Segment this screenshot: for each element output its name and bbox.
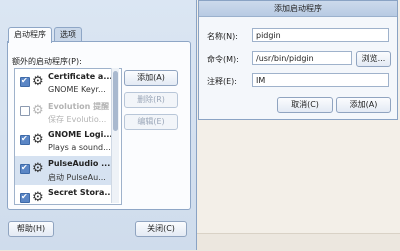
list-item[interactable]: ⚙ Evolution 提醒 保存 Evolutio... [15,98,112,127]
item-subtitle: Plays a sound... [48,143,111,152]
item-subtitle: 启动 PulseAu... [48,173,106,182]
name-label: 名称(N): [207,32,238,41]
help-button[interactable]: 帮助(H) [8,221,54,237]
list-scrollbar[interactable] [111,68,119,203]
comment-field[interactable]: IM [252,73,389,87]
scrollbar-thumb[interactable] [113,71,118,131]
tab-options[interactable]: 选项 [54,27,82,42]
list-item[interactable]: ⚙ Secret Stora... [15,185,112,205]
cancel-button[interactable]: 取消(C) [277,97,333,113]
dialog-title: 添加启动程序 [199,1,397,17]
dialog-add-button[interactable]: 添加(A) [336,97,391,113]
comment-label: 注释(E): [207,77,237,86]
item-subtitle: GNOME Keyr... [48,85,106,94]
startup-applications-window: 启动程序 选项 额外的启动程序(P): ⚙ Certificate a... G… [0,0,197,250]
gear-icon: ⚙ [32,74,44,89]
gear-icon: ⚙ [32,190,44,205]
browse-button[interactable]: 浏览... [356,51,391,67]
list-item[interactable]: ⚙ PulseAudio ... 启动 PulseAu... [15,156,112,185]
startup-program-list[interactable]: ⚙ Certificate a... GNOME Keyr... ⚙ Evolu… [14,68,122,205]
item-subtitle: 保存 Evolutio... [48,115,107,124]
remove-button[interactable]: 删除(R) [124,92,178,108]
list-item[interactable]: ⚙ Certificate a... GNOME Keyr... [15,69,112,98]
list-item[interactable]: ⚙ GNOME Logi... Plays a sound... [15,127,112,156]
item-title: Secret Stora... [48,188,112,197]
gear-icon: ⚙ [32,103,44,118]
command-field[interactable]: /usr/bin/pidgin [252,51,352,65]
enable-checkbox[interactable] [20,134,30,145]
item-title: Evolution 提醒 [48,102,110,111]
enable-checkbox[interactable] [20,106,30,116]
enable-checkbox[interactable] [20,163,30,174]
gear-icon: ⚙ [32,132,44,147]
add-startup-program-dialog: 添加启动程序 名称(N): pidgin 命令(M): /usr/bin/pid… [198,0,398,120]
command-label: 命令(M): [207,55,239,64]
enable-checkbox[interactable] [20,76,30,87]
tab-startup-programs[interactable]: 启动程序 [8,27,52,43]
enable-checkbox[interactable] [20,192,30,203]
edit-button[interactable]: 编辑(E) [124,114,178,130]
gear-icon: ⚙ [32,161,44,176]
name-field[interactable]: pidgin [252,28,389,42]
item-title: GNOME Logi... [48,130,112,139]
list-label: 额外的启动程序(P): [12,57,82,66]
item-title: PulseAudio ... [48,159,111,168]
add-button[interactable]: 添加(A) [124,70,178,86]
close-button[interactable]: 关闭(C) [135,221,187,237]
item-title: Certificate a... [48,72,112,81]
